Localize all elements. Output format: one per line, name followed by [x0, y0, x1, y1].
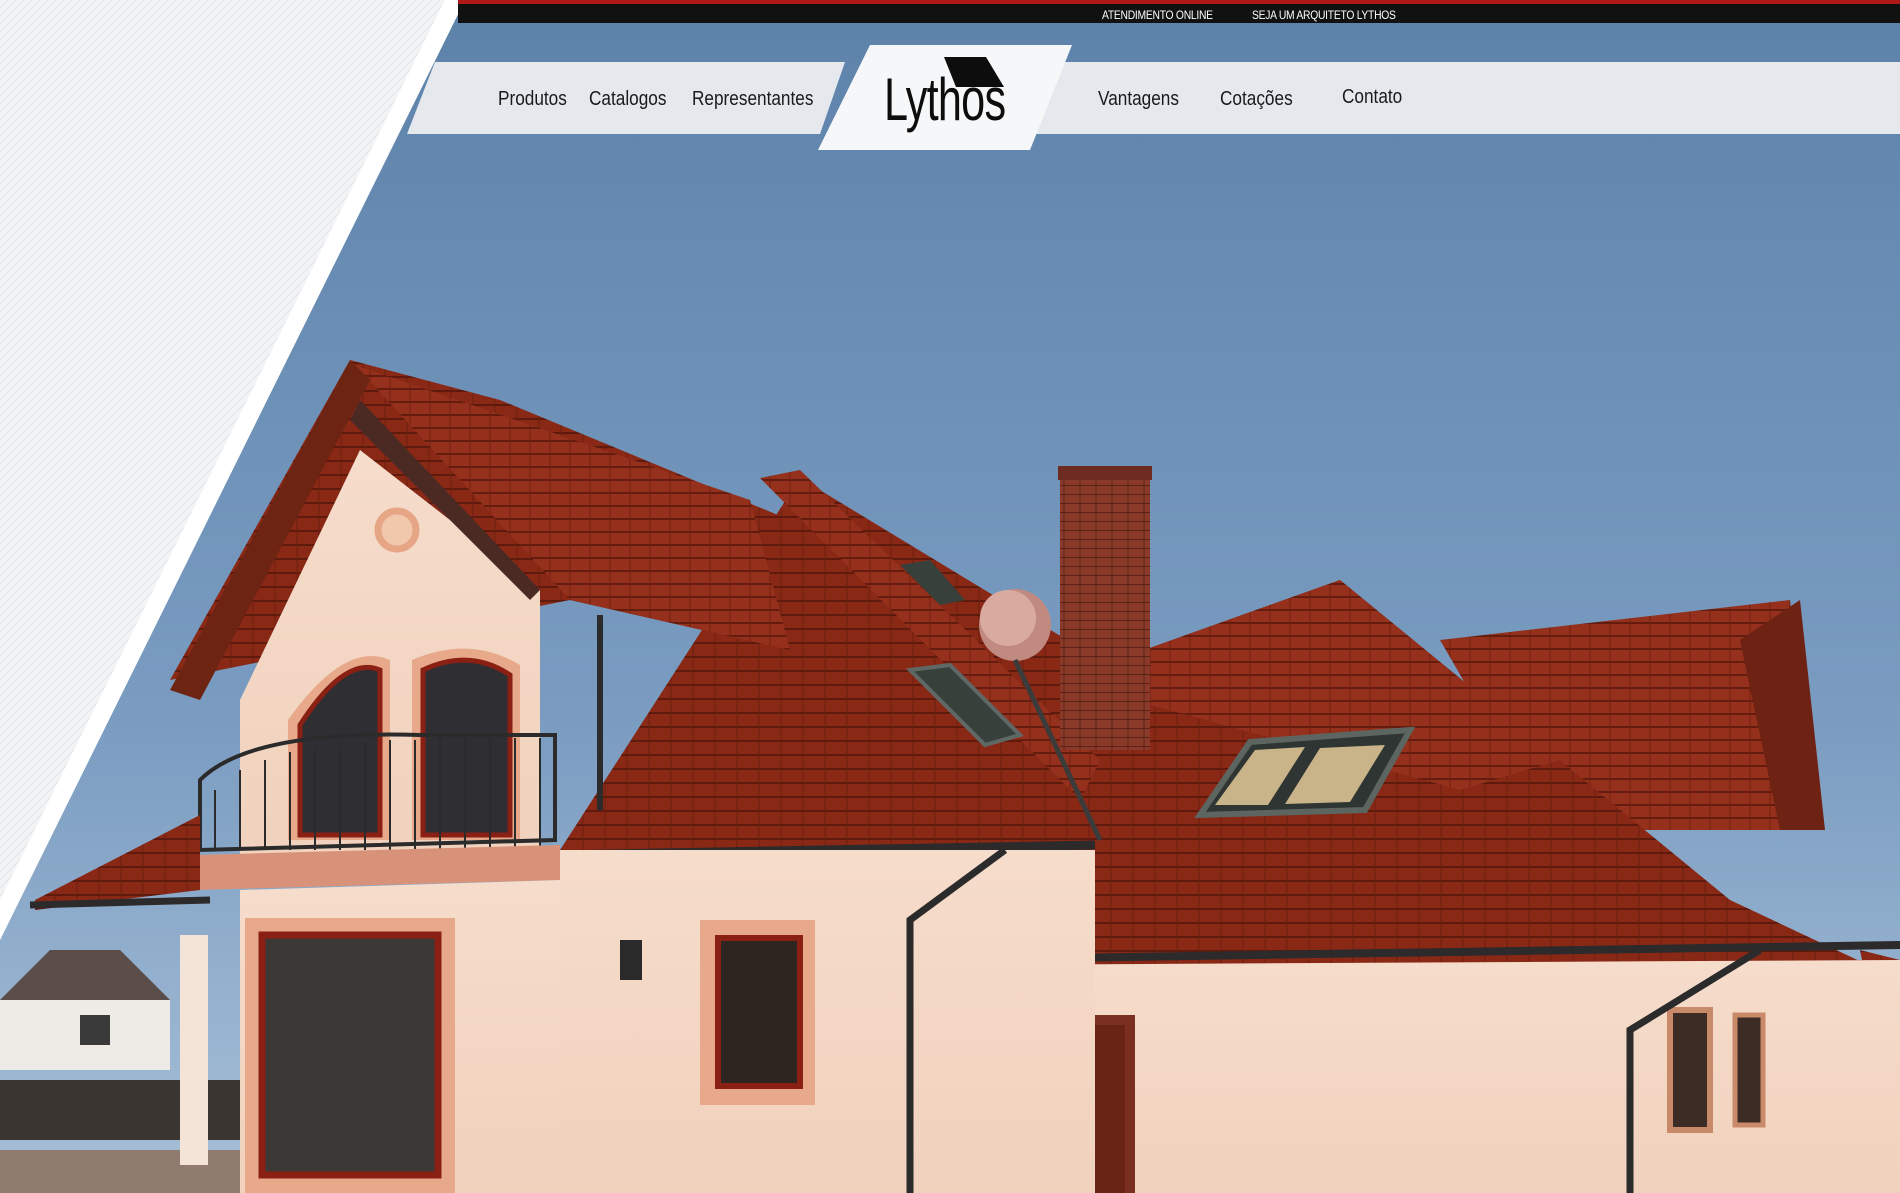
nav-representantes[interactable]: Representantes	[692, 88, 813, 111]
nav-catalogos[interactable]: Catalogos	[589, 88, 666, 111]
nav-vantagens[interactable]: Vantagens	[1098, 88, 1179, 111]
nav-produtos[interactable]: Produtos	[498, 88, 567, 111]
top-bar: ATENDIMENTO ONLINE SEJA UM ARQUITETO LYT…	[458, 0, 1900, 23]
lythos-logo[interactable]: Lythos	[880, 48, 1010, 144]
hero-image	[0, 0, 1900, 1193]
seja-arquiteto-link[interactable]: SEJA UM ARQUITETO LYTHOS	[1252, 8, 1396, 22]
atendimento-online-link[interactable]: ATENDIMENTO ONLINE	[1102, 8, 1213, 22]
logo-text: Lythos	[884, 66, 1006, 133]
nav-contato[interactable]: Contato	[1342, 86, 1402, 109]
nav-cotacoes[interactable]: Cotações	[1220, 88, 1293, 111]
